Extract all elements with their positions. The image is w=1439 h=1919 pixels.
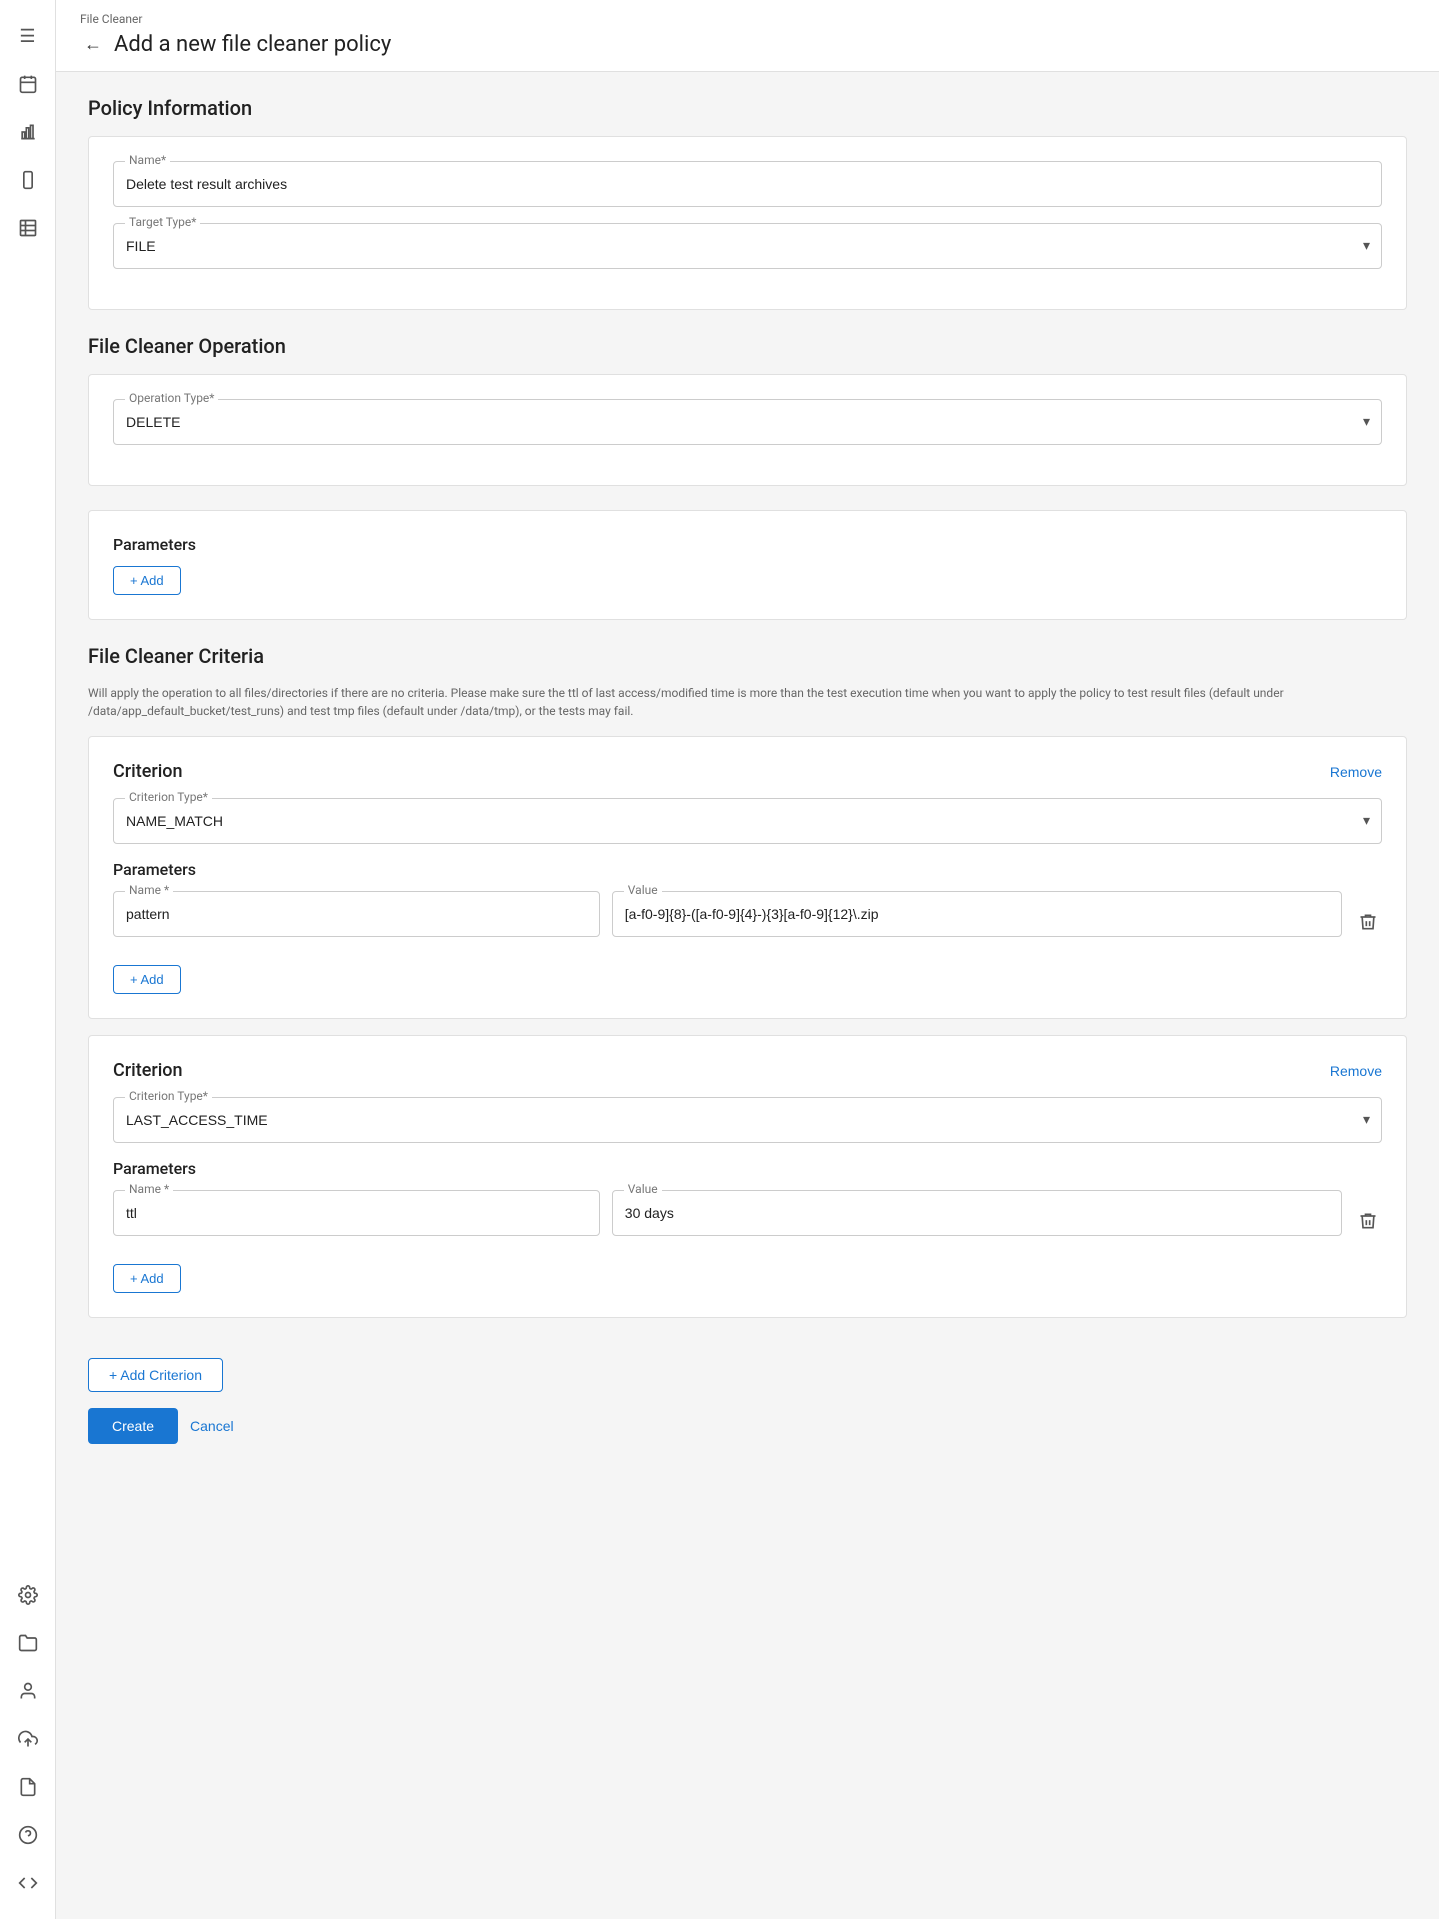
criterion-2-params-title: Parameters xyxy=(113,1159,1382,1178)
bottom-actions: + Add Criterion Create Cancel xyxy=(88,1342,1407,1460)
criterion-1-param-value-label: Value xyxy=(624,883,662,897)
criterion-2-header: Criterion Remove xyxy=(113,1060,1382,1081)
criterion-1-params: Parameters Name * Value xyxy=(113,860,1382,994)
criteria-title: File Cleaner Criteria xyxy=(88,644,1407,668)
criterion-2-title: Criterion xyxy=(113,1060,183,1081)
page-title-row: ← Add a new file cleaner policy xyxy=(80,30,1415,59)
criterion-2-param-row: Name * Value xyxy=(113,1190,1382,1252)
sidebar-help-icon[interactable] xyxy=(8,1815,48,1855)
criterion-2-card: Criterion Remove Criterion Type* NAME_MA… xyxy=(88,1035,1407,1318)
sidebar-list-icon[interactable]: ☰ xyxy=(8,16,48,56)
sidebar-person-icon[interactable] xyxy=(8,1671,48,1711)
operation-card: Operation Type* DELETE ARCHIVE ▾ xyxy=(88,374,1407,486)
page-title: Add a new file cleaner policy xyxy=(114,32,391,57)
criterion-1-param-name-input[interactable] xyxy=(113,891,600,937)
action-row: Create Cancel xyxy=(88,1408,1407,1444)
op-type-select[interactable]: DELETE ARCHIVE xyxy=(113,399,1382,445)
criterion-1-add-param-button[interactable]: + Add xyxy=(113,965,181,994)
criterion-1-param-delete-button[interactable] xyxy=(1354,908,1382,936)
name-field: Name* xyxy=(113,161,1382,207)
back-button[interactable]: ← xyxy=(80,30,106,59)
criterion-2-param-value-input[interactable] xyxy=(612,1190,1342,1236)
criterion-2-param-value-field: Value xyxy=(612,1190,1342,1236)
criterion-1-param-name-field: Name * xyxy=(113,891,600,937)
criterion-1-type-label: Criterion Type* xyxy=(125,790,212,804)
criterion-2-type-wrapper: NAME_MATCH LAST_ACCESS_TIME LAST_MODIFIE… xyxy=(113,1097,1382,1143)
add-parameter-button[interactable]: + Add xyxy=(113,566,181,595)
criterion-1-type-select[interactable]: NAME_MATCH LAST_ACCESS_TIME LAST_MODIFIE… xyxy=(113,798,1382,844)
criterion-1-param-value-input[interactable] xyxy=(612,891,1342,937)
operation-section: File Cleaner Operation Operation Type* D… xyxy=(88,334,1407,486)
target-type-select-wrapper: FILE DIRECTORY ▾ xyxy=(113,223,1382,269)
op-type-select-wrapper: DELETE ARCHIVE ▾ xyxy=(113,399,1382,445)
sidebar-code-icon[interactable] xyxy=(8,1863,48,1903)
sidebar-calendar-icon[interactable] xyxy=(8,64,48,104)
operation-title: File Cleaner Operation xyxy=(88,334,1407,358)
criterion-1-remove-button[interactable]: Remove xyxy=(1330,764,1382,780)
criterion-2-remove-button[interactable]: Remove xyxy=(1330,1063,1382,1079)
add-criterion-button[interactable]: + Add Criterion xyxy=(88,1358,223,1392)
criterion-2-type-select[interactable]: NAME_MATCH LAST_ACCESS_TIME LAST_MODIFIE… xyxy=(113,1097,1382,1143)
sidebar-table-icon[interactable] xyxy=(8,208,48,248)
criterion-1-params-title: Parameters xyxy=(113,860,1382,879)
criterion-2-param-value-label: Value xyxy=(624,1182,662,1196)
criterion-2-param-delete-button[interactable] xyxy=(1354,1207,1382,1235)
criterion-2-params: Parameters Name * Value xyxy=(113,1159,1382,1293)
criterion-2-type-label: Criterion Type* xyxy=(125,1089,212,1103)
parameters-title: Parameters xyxy=(113,535,1382,554)
breadcrumb: File Cleaner xyxy=(80,12,1415,26)
name-label: Name* xyxy=(125,153,170,167)
criterion-1-param-value-field: Value xyxy=(612,891,1342,937)
criterion-1-param-name-label: Name * xyxy=(125,883,173,897)
criterion-1-param-row: Name * Value xyxy=(113,891,1382,953)
sidebar-document-icon[interactable] xyxy=(8,1767,48,1807)
target-type-label: Target Type* xyxy=(125,215,200,229)
criterion-1-card: Criterion Remove Criterion Type* NAME_MA… xyxy=(88,736,1407,1019)
criterion-2-param-name-label: Name * xyxy=(125,1182,173,1196)
criterion-1-type-wrapper: NAME_MATCH LAST_ACCESS_TIME LAST_MODIFIE… xyxy=(113,798,1382,844)
op-type-field: Operation Type* DELETE ARCHIVE ▾ xyxy=(113,399,1382,445)
sidebar-upload-icon[interactable] xyxy=(8,1719,48,1759)
cancel-button[interactable]: Cancel xyxy=(190,1418,234,1434)
criterion-2-param-name-field: Name * xyxy=(113,1190,600,1236)
criterion-2-type-field: Criterion Type* NAME_MATCH LAST_ACCESS_T… xyxy=(113,1097,1382,1143)
criteria-info-text: Will apply the operation to all files/di… xyxy=(88,684,1407,720)
criterion-2-add-param-button[interactable]: + Add xyxy=(113,1264,181,1293)
sidebar-settings-icon[interactable] xyxy=(8,1575,48,1615)
criterion-1-title: Criterion xyxy=(113,761,183,782)
sidebar-chart-icon[interactable] xyxy=(8,112,48,152)
op-type-label: Operation Type* xyxy=(125,391,218,405)
policy-info-title: Policy Information xyxy=(88,96,1407,120)
sidebar-folder-icon[interactable] xyxy=(8,1623,48,1663)
form-area: Policy Information Name* Target Type* FI… xyxy=(56,72,1439,1919)
main-content: File Cleaner ← Add a new file cleaner po… xyxy=(56,0,1439,1919)
criteria-section: File Cleaner Criteria Will apply the ope… xyxy=(88,644,1407,1460)
target-type-field: Target Type* FILE DIRECTORY ▾ xyxy=(113,223,1382,269)
sidebar: ☰ xyxy=(0,0,56,1919)
policy-information-section: Policy Information Name* Target Type* FI… xyxy=(88,96,1407,310)
target-type-select[interactable]: FILE DIRECTORY xyxy=(113,223,1382,269)
criterion-2-param-name-input[interactable] xyxy=(113,1190,600,1236)
sidebar-phone-icon[interactable] xyxy=(8,160,48,200)
page-header: File Cleaner ← Add a new file cleaner po… xyxy=(56,0,1439,72)
criterion-1-header: Criterion Remove xyxy=(113,761,1382,782)
parameters-card: Parameters + Add xyxy=(88,510,1407,620)
parameters-section: Parameters + Add xyxy=(88,510,1407,620)
name-input[interactable] xyxy=(113,161,1382,207)
create-button[interactable]: Create xyxy=(88,1408,178,1444)
criterion-1-type-field: Criterion Type* NAME_MATCH LAST_ACCESS_T… xyxy=(113,798,1382,844)
policy-info-card: Name* Target Type* FILE DIRECTORY ▾ xyxy=(88,136,1407,310)
